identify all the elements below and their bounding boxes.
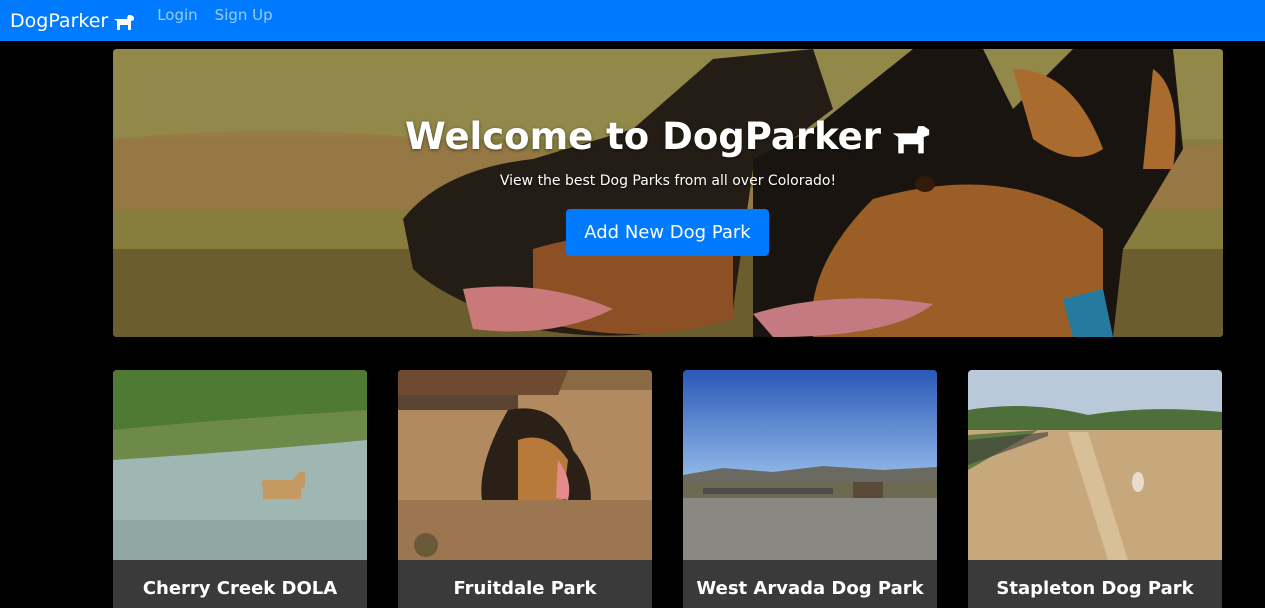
park-card-cherry-creek[interactable]: Cherry Creek DOLA: [113, 370, 367, 608]
park-card-west-arvada[interactable]: West Arvada Dog Park: [683, 370, 937, 608]
park-photo: [398, 370, 652, 560]
park-title: West Arvada Dog Park: [696, 578, 924, 599]
park-title: Cherry Creek DOLA: [142, 578, 338, 599]
brand-link[interactable]: DogParker: [10, 10, 135, 32]
park-title: Fruitdale Park: [453, 578, 597, 599]
park-photo: [683, 370, 937, 560]
hero-banner: Welcome to DogParker View the best Dog P…: [113, 49, 1223, 337]
park-photo: [968, 370, 1222, 560]
nav-link-signup[interactable]: Sign Up: [215, 6, 273, 24]
park-photo: [113, 370, 367, 560]
hero-title-text: Welcome to DogParker: [404, 115, 882, 158]
park-title: Stapleton Dog Park: [996, 578, 1194, 599]
dog-icon: [892, 125, 930, 153]
navbar: DogParker Login Sign Up: [0, 0, 1265, 41]
add-dog-park-button[interactable]: Add New Dog Park: [566, 209, 769, 256]
nav-link-login[interactable]: Login: [157, 6, 197, 24]
park-card-stapleton[interactable]: Stapleton Dog Park: [968, 370, 1222, 608]
brand-name: DogParker: [10, 9, 109, 32]
hero-content: Welcome to DogParker View the best Dog P…: [113, 49, 1223, 337]
hero-subtitle: View the best Dog Parks from all over Co…: [499, 173, 837, 189]
hero-title: Welcome to DogParker: [113, 115, 1223, 158]
park-card-fruitdale[interactable]: Fruitdale Park: [398, 370, 652, 608]
dog-icon: [114, 14, 135, 30]
